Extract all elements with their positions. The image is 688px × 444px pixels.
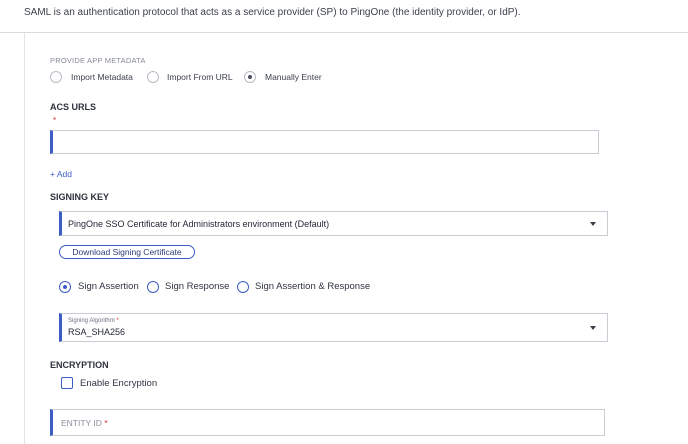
signing-key-heading: SIGNING KEY (50, 192, 110, 202)
acs-required-mark: * (53, 116, 57, 125)
import-from-url-radio[interactable] (147, 71, 159, 83)
entity-id-placeholder: ENTITY ID * (61, 418, 108, 428)
intro-text: SAML is an authentication protocol that … (24, 7, 521, 18)
header-divider (0, 32, 688, 33)
download-signing-certificate-button[interactable]: Download Signing Certificate (59, 245, 195, 259)
encryption-heading: ENCRYPTION (50, 360, 109, 370)
import-metadata-radio[interactable] (50, 71, 62, 83)
sign-response-label[interactable]: Sign Response (165, 281, 229, 292)
sign-response-radio[interactable] (147, 281, 159, 293)
enable-encryption-checkbox[interactable] (61, 377, 73, 389)
enable-encryption-label[interactable]: Enable Encryption (80, 378, 157, 389)
sign-assertion-label[interactable]: Sign Assertion (78, 281, 139, 292)
chevron-down-icon (590, 222, 596, 226)
acs-urls-heading: ACS URLS (50, 102, 97, 112)
import-from-url-label[interactable]: Import From URL (167, 72, 233, 82)
provide-app-metadata-label: PROVIDE APP METADATA (50, 56, 146, 65)
sign-assertion-and-response-label[interactable]: Sign Assertion & Response (255, 281, 370, 292)
manually-enter-radio[interactable] (244, 71, 256, 83)
left-border (24, 33, 25, 444)
signing-key-select[interactable]: PingOne SSO Certificate for Administrato… (59, 211, 608, 236)
acs-url-input[interactable] (50, 130, 599, 154)
signing-key-value: PingOne SSO Certificate for Administrato… (68, 219, 330, 229)
manually-enter-label[interactable]: Manually Enter (265, 72, 322, 82)
signing-algorithm-value: RSA_SHA256 (68, 327, 126, 337)
import-metadata-label[interactable]: Import Metadata (71, 72, 133, 82)
add-acs-url-link[interactable]: + Add (50, 169, 72, 179)
entity-id-required-mark: * (104, 418, 108, 428)
signing-algorithm-required-mark: * (116, 318, 119, 324)
chevron-down-icon (590, 326, 596, 330)
entity-id-input[interactable]: ENTITY ID * (50, 409, 605, 436)
sign-assertion-radio[interactable] (59, 281, 71, 293)
signing-algorithm-label: Signing Algorithm * (68, 318, 119, 324)
sign-assertion-and-response-radio[interactable] (237, 281, 249, 293)
signing-algorithm-select[interactable]: Signing Algorithm * RSA_SHA256 (59, 313, 608, 342)
